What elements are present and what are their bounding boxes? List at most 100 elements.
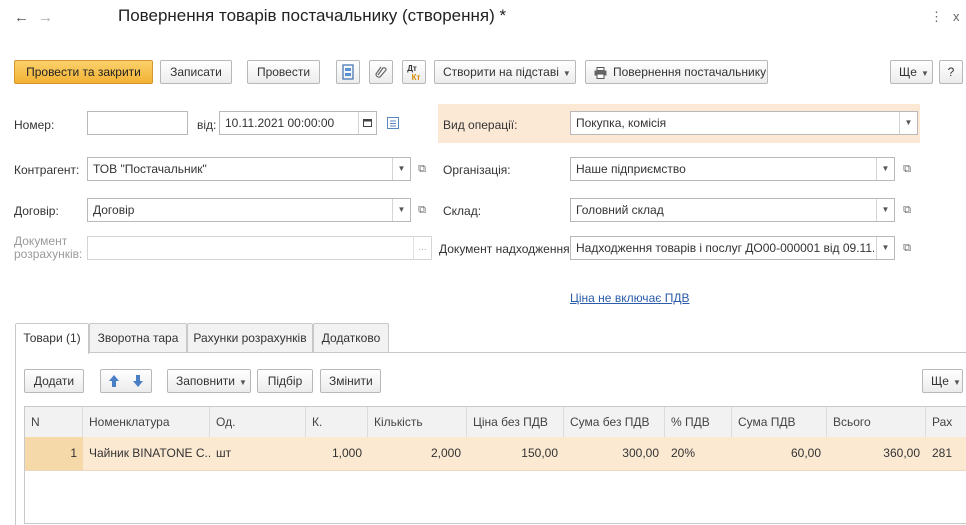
column-header[interactable]: Сума без ПДВ [564, 407, 665, 437]
chevron-down-icon[interactable]: ▼ [392, 199, 410, 221]
change-button[interactable]: Змінити [320, 369, 381, 393]
date-history-button[interactable] [386, 116, 400, 130]
receipt-doc-select[interactable]: Надходження товарів і послуг ДО00-000001… [570, 236, 895, 260]
tab-goods[interactable]: Товари (1) [15, 323, 89, 354]
structure-button[interactable] [336, 60, 360, 84]
counterparty-label: Контрагент: [14, 163, 80, 177]
dt-kt-button[interactable]: Дт Кт [402, 60, 426, 84]
forward-button[interactable]: → [38, 9, 53, 26]
counterparty-select[interactable]: ТОВ "Постачальник" ▼ [87, 157, 411, 181]
fill-button[interactable]: Заповнити ▼ [167, 369, 251, 393]
vat-link[interactable]: Ціна не включає ПДВ [570, 291, 689, 305]
table-cell[interactable]: 1 [25, 437, 83, 470]
more-actions-button[interactable]: Ще ▼ [890, 60, 933, 84]
column-header[interactable]: Сума ПДВ [732, 407, 827, 437]
column-header[interactable]: Рах [926, 407, 966, 437]
open-window-icon: ⧉ [903, 204, 911, 216]
organization-select[interactable]: Наше підприємство ▼ [570, 157, 895, 181]
column-header[interactable]: К. [306, 407, 368, 437]
move-down-button[interactable] [126, 370, 150, 392]
back-arrow-icon: ← [14, 9, 29, 26]
chevron-down-icon[interactable]: ▼ [876, 158, 894, 180]
counterparty-open-button[interactable]: ⧉ [413, 157, 431, 181]
table-cell[interactable]: 300,00 [564, 437, 665, 470]
list-icon [387, 117, 399, 129]
column-header[interactable]: Номенклатура [83, 407, 210, 437]
warehouse-open-button[interactable]: ⧉ [898, 198, 916, 222]
number-label: Номер: [14, 118, 55, 132]
column-header[interactable]: N [25, 407, 83, 437]
chevron-down-icon: ▼ [952, 378, 961, 387]
warehouse-select[interactable]: Головний склад ▼ [570, 198, 895, 222]
printer-icon [594, 66, 607, 79]
tab-returnable-packaging[interactable]: Зворотна тара [89, 323, 187, 353]
post-and-close-button[interactable]: Провести та закрити [14, 60, 153, 84]
chevron-down-icon[interactable]: ▼ [899, 112, 917, 134]
table-cell[interactable]: 150,00 [467, 437, 564, 470]
chevron-down-icon[interactable]: ▼ [392, 158, 410, 180]
table-cell[interactable]: 60,00 [732, 437, 827, 470]
operation-type-label: Вид операції: [443, 118, 518, 132]
forward-arrow-icon: → [38, 9, 53, 26]
contract-open-button[interactable]: ⧉ [413, 198, 431, 222]
print-return-button[interactable]: Повернення постачальнику [585, 60, 768, 84]
move-up-button[interactable] [102, 370, 126, 392]
table-row[interactable]: 1 Чайник BINATONE C... шт 1,000 2,000 15… [25, 437, 966, 471]
number-input[interactable] [87, 111, 188, 135]
close-icon: x [953, 9, 960, 24]
select-button: ... [413, 237, 431, 259]
save-button[interactable]: Записати [160, 60, 232, 84]
table-cell[interactable]: 281 [926, 437, 966, 470]
goods-table: N Номенклатура Од. К. Кількість Ціна без… [24, 406, 966, 524]
table-cell[interactable]: 2,000 [368, 437, 467, 470]
move-rows-group [100, 369, 152, 393]
post-button[interactable]: Провести [247, 60, 320, 84]
date-input[interactable]: 10.11.2021 00:00:00 [219, 111, 377, 135]
date-label: від: [197, 118, 217, 132]
receipt-doc-open-button[interactable]: ⧉ [898, 236, 916, 260]
create-based-on-button[interactable]: Створити на підставі ▼ [434, 60, 576, 84]
contract-select[interactable]: Договір ▼ [87, 198, 411, 222]
window-title: Повернення товарів постачальнику (створе… [118, 6, 507, 25]
back-button[interactable]: ← [14, 9, 29, 26]
operation-type-select[interactable]: Покупка, комісія ▼ [570, 111, 918, 135]
pick-button[interactable]: Підбір [257, 369, 313, 393]
open-window-icon: ⧉ [418, 204, 426, 216]
settlement-doc-label: Документ розрахунків: [14, 234, 83, 261]
column-header[interactable]: Од. [210, 407, 306, 437]
contract-label: Договір: [14, 204, 59, 218]
table-cell[interactable]: шт [210, 437, 306, 470]
open-window-icon: ⧉ [418, 163, 426, 175]
table-cell[interactable]: 1,000 [306, 437, 368, 470]
chevron-down-icon[interactable]: ▼ [876, 199, 894, 221]
organization-open-button[interactable]: ⧉ [898, 157, 916, 181]
more-menu-button[interactable]: ⋮ [930, 9, 943, 25]
organization-label: Організація: [443, 163, 511, 177]
column-header[interactable]: % ПДВ [665, 407, 732, 437]
dt-kt-icon: Дт Кт [407, 64, 421, 82]
table-more-button[interactable]: Ще ▼ [922, 369, 963, 393]
open-window-icon: ⧉ [903, 163, 911, 175]
attach-button[interactable] [369, 60, 393, 84]
settlement-doc-input: ... [87, 236, 432, 260]
chevron-down-icon: ▼ [562, 69, 571, 78]
chevron-down-icon[interactable]: ▼ [876, 237, 894, 259]
table-cell[interactable]: 20% [665, 437, 732, 470]
arrow-down-icon [133, 375, 143, 387]
tab-settlement-accounts[interactable]: Рахунки розрахунків [187, 323, 313, 353]
tab-additional[interactable]: Додатково [313, 323, 389, 353]
help-button[interactable]: ? [939, 60, 963, 84]
close-button[interactable]: x [953, 9, 960, 24]
column-header[interactable]: Всього [827, 407, 926, 437]
table-cell[interactable]: 360,00 [827, 437, 926, 470]
column-header[interactable]: Кількість [368, 407, 467, 437]
table-cell[interactable]: Чайник BINATONE C... [83, 437, 210, 470]
vertical-dots-icon: ⋮ [930, 9, 943, 24]
table-header: N Номенклатура Од. К. Кількість Ціна без… [25, 407, 966, 438]
calendar-icon[interactable] [358, 112, 376, 134]
arrow-up-icon [109, 375, 119, 387]
receipt-doc-label: Документ надходження: [439, 242, 573, 256]
document-structure-icon [342, 64, 354, 80]
add-row-button[interactable]: Додати [24, 369, 84, 393]
column-header[interactable]: Ціна без ПДВ [467, 407, 564, 437]
